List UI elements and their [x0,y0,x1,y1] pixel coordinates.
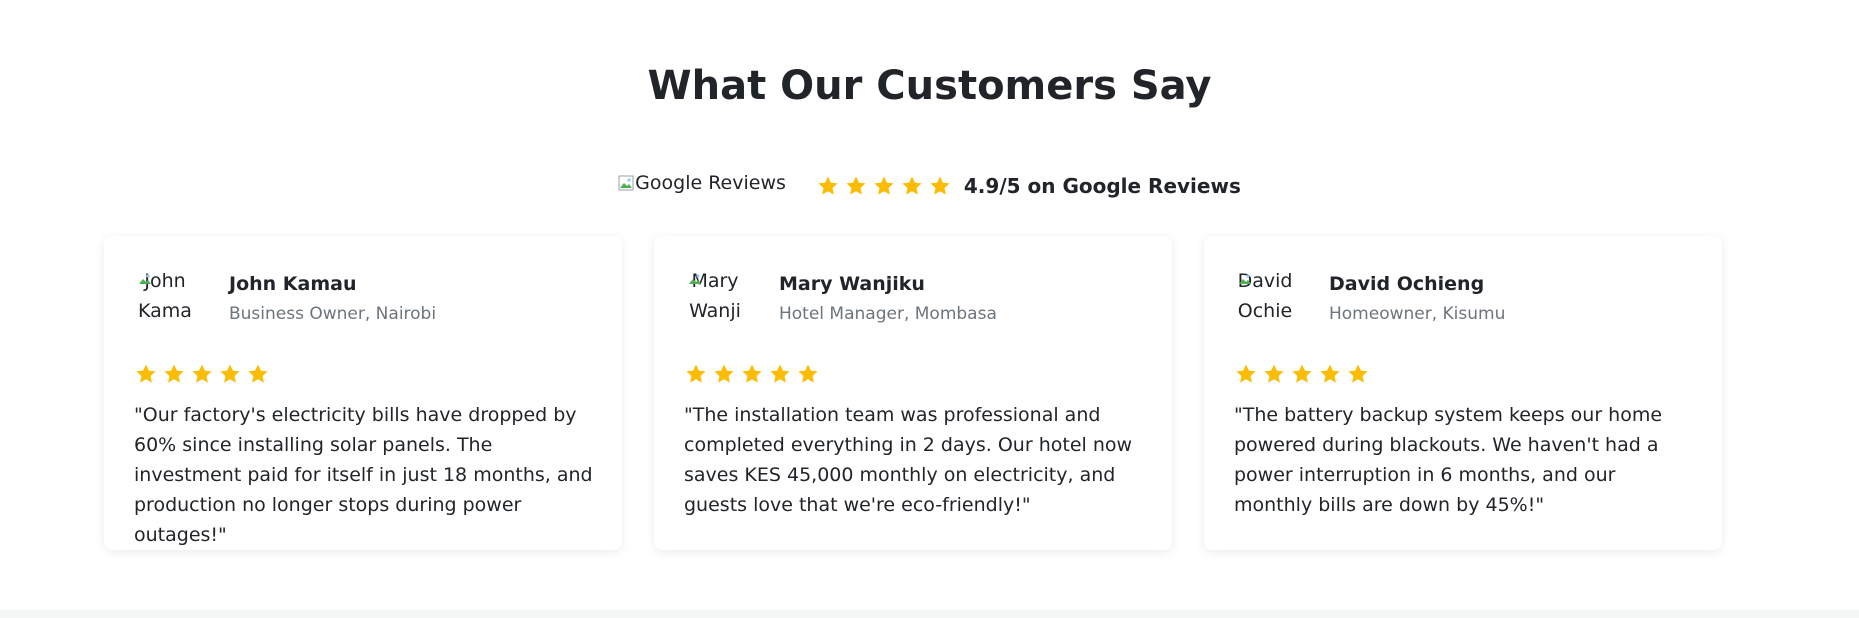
avatar: Mary Wanjiku [684,266,746,326]
star-icon [902,176,922,195]
star-icon [220,364,240,383]
testimonial-card: Mary Wanjiku Mary Wanjiku Hotel Manager,… [654,236,1172,550]
google-rating-text: 4.9/5 on Google Reviews [963,174,1241,198]
testimonials-section: What Our Customers Say Google Reviews 4.… [0,0,1859,610]
star-icon [1236,364,1256,383]
customer-role: Homeowner, Kisumu [1329,304,1506,324]
star-icon [248,364,268,383]
star-icon [164,364,184,383]
broken-image-icon [618,175,634,191]
customer-name: Mary Wanjiku [779,273,925,295]
testimonial-card: David Ochieng David Ochieng Homeowner, K… [1204,236,1722,550]
testimonial-cards: John Kamau John Kamau Business Owner, Na… [104,236,1724,550]
avatar: David Ochieng [1234,266,1296,326]
star-icon [686,364,706,383]
testimonial-quote: "The installation team was professional … [684,404,1133,516]
broken-image-icon [137,271,153,287]
avatar: John Kamau [134,266,196,326]
testimonial-quote: "The battery backup system keeps our hom… [1234,404,1663,516]
section-title: What Our Customers Say [647,63,1212,109]
customer-role: Hotel Manager, Mombasa [779,304,997,324]
star-icon [818,176,838,195]
star-icon [1348,364,1368,383]
google-reviews-alt: Google Reviews [635,172,786,194]
card-stars [134,362,270,386]
star-icon [770,364,790,383]
star-icon [1320,364,1340,383]
google-reviews-image: Google Reviews [618,172,786,194]
star-icon [874,176,894,195]
broken-image-icon [1237,271,1253,287]
star-icon [1292,364,1312,383]
card-stars [684,362,820,386]
star-icon [192,364,212,383]
card-stars [1234,362,1370,386]
star-icon [798,364,818,383]
google-stars [816,174,952,198]
broken-image-icon [687,271,703,287]
testimonial-card: John Kamau John Kamau Business Owner, Na… [104,236,622,550]
star-icon [930,176,950,195]
star-icon [846,176,866,195]
customer-name: John Kamau [229,273,357,295]
star-icon [714,364,734,383]
customer-name: David Ochieng [1329,273,1485,295]
star-icon [742,364,762,383]
google-rating-row: Google Reviews 4.9/5 on Google Reviews [0,166,1859,206]
star-icon [136,364,156,383]
customer-role: Business Owner, Nairobi [229,304,437,324]
next-section-edge [0,610,1859,618]
star-icon [1264,364,1284,383]
testimonial-quote: "Our factory's electricity bills have dr… [134,404,593,546]
